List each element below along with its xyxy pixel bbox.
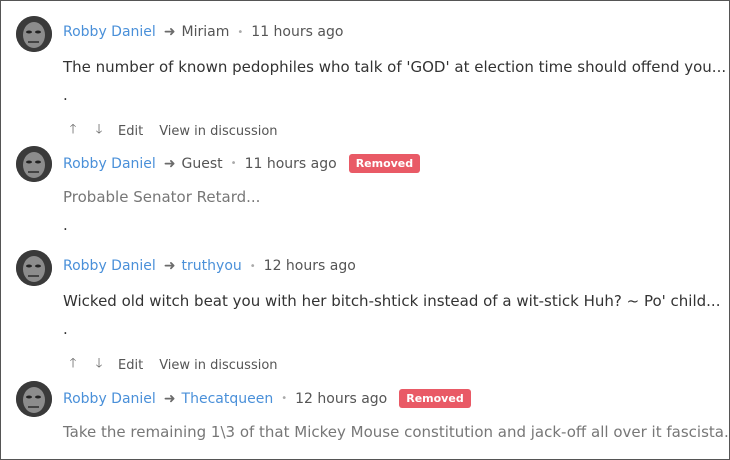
view-in-discussion-link[interactable]: View in discussion <box>159 124 277 139</box>
arrow-right-icon: ➜ <box>163 258 176 274</box>
separator-dot: • <box>237 26 244 38</box>
separator-dot: • <box>281 393 288 404</box>
comment-text-continued: . <box>63 216 68 234</box>
comment-text: Take the remaining 1\3 of that Mickey Mo… <box>63 423 730 441</box>
avatar[interactable] <box>16 250 52 286</box>
separator-dot: • <box>249 260 256 272</box>
arrow-down-icon[interactable]: 🡓 <box>92 354 106 376</box>
author-link[interactable]: Robby Daniel <box>63 24 156 40</box>
comment-header: Robby Daniel ➜ Guest • 11 hours ago Remo… <box>63 154 421 173</box>
comment-item: Robby Daniel ➜ Guest • 11 hours ago Remo… <box>0 146 728 236</box>
comment-header: Robby Daniel ➜ Miriam • 11 hours ago <box>63 24 343 40</box>
comment-text-continued: . <box>63 320 68 338</box>
comment-header: Robby Daniel ➜ Thecatqueen • 12 hours ag… <box>63 389 471 408</box>
edit-button[interactable]: Edit <box>118 124 143 139</box>
timestamp[interactable]: 11 hours ago <box>251 24 343 40</box>
arrow-right-icon: ➜ <box>163 390 176 407</box>
comment-text: Wicked old witch beat you with her bitch… <box>63 292 721 310</box>
comment-item: Robby Daniel ➜ truthyou • 12 hours ago W… <box>0 250 728 373</box>
avatar[interactable] <box>16 381 52 417</box>
avatar[interactable] <box>16 16 52 52</box>
recipient-name: Guest <box>181 155 223 172</box>
arrow-right-icon: ➜ <box>163 24 176 40</box>
comment-header: Robby Daniel ➜ truthyou • 12 hours ago <box>63 258 356 274</box>
arrow-down-icon[interactable]: 🡓 <box>92 120 106 142</box>
author-link[interactable]: Robby Daniel <box>63 391 156 407</box>
comment-actions: 🡑 🡓 Edit View in discussion <box>66 120 294 142</box>
recipient-link[interactable]: truthyou <box>182 258 242 274</box>
arrow-up-icon[interactable]: 🡑 <box>66 354 80 376</box>
view-in-discussion-link[interactable]: View in discussion <box>159 358 277 373</box>
arrow-up-icon[interactable]: 🡑 <box>66 120 80 142</box>
comment-text: The number of known pedophiles who talk … <box>63 58 727 76</box>
recipient-link[interactable]: Thecatqueen <box>182 391 274 407</box>
author-link[interactable]: Robby Daniel <box>63 156 156 172</box>
avatar[interactable] <box>16 146 52 182</box>
comment-text: Probable Senator Retard... <box>63 188 261 206</box>
removed-badge: Removed <box>348 154 421 173</box>
removed-badge: Removed <box>399 389 471 408</box>
timestamp[interactable]: 11 hours ago <box>245 156 337 172</box>
comment-item: Robby Daniel ➜ Thecatqueen • 12 hours ag… <box>0 381 730 451</box>
comment-actions: 🡑 🡓 Edit View in discussion <box>66 354 294 376</box>
separator-dot: • <box>230 158 237 169</box>
comment-text-continued: . <box>63 86 68 104</box>
timestamp[interactable]: 12 hours ago <box>295 391 387 407</box>
author-link[interactable]: Robby Daniel <box>63 258 156 274</box>
recipient-name: Miriam <box>181 24 230 40</box>
comment-item: Robby Daniel ➜ Miriam • 11 hours ago The… <box>0 16 728 139</box>
arrow-right-icon: ➜ <box>163 155 176 172</box>
timestamp[interactable]: 12 hours ago <box>264 258 356 274</box>
edit-button[interactable]: Edit <box>118 358 143 373</box>
